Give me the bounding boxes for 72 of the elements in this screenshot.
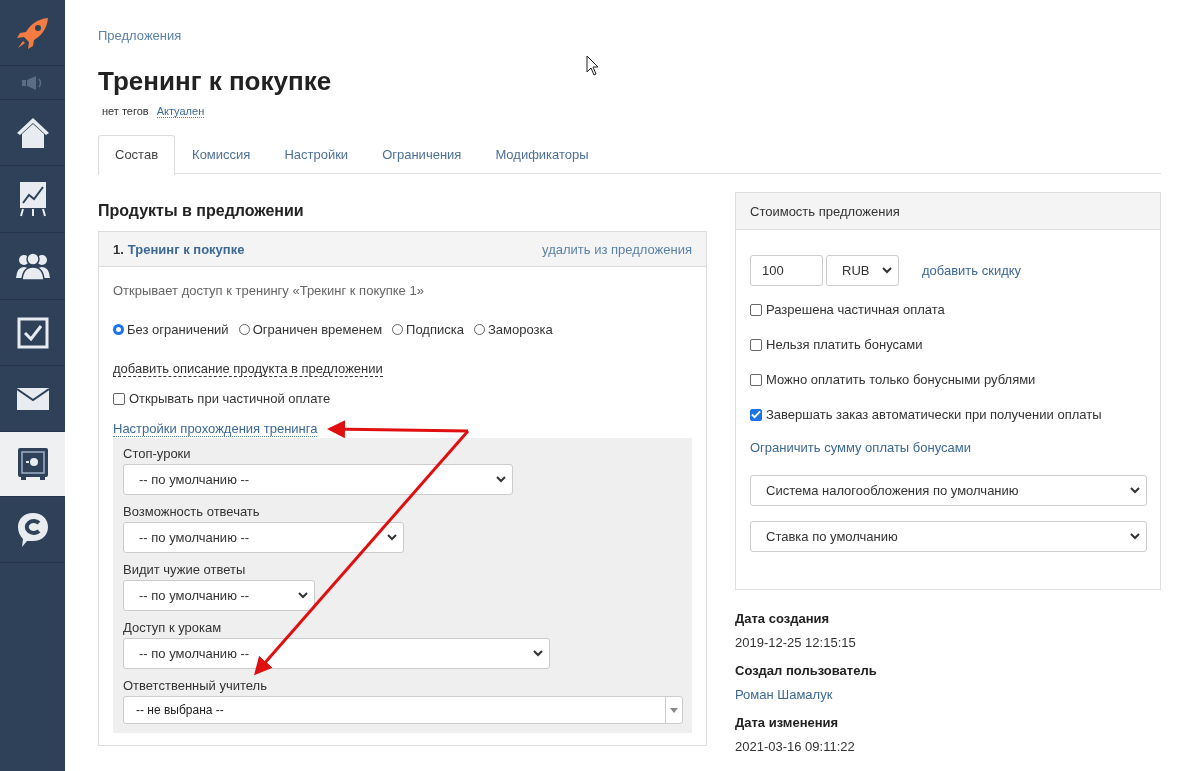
chevron-down-icon — [533, 650, 543, 657]
chevron-down-icon — [882, 267, 892, 274]
field-label: Стоп-уроки — [123, 446, 191, 461]
mail-icon — [16, 387, 49, 410]
chevron-down-icon — [1130, 533, 1140, 540]
cursor-icon — [586, 55, 599, 76]
select-field[interactable]: -- по умолчанию -- — [123, 464, 513, 495]
product-link[interactable]: Тренинг к покупке — [127, 241, 245, 257]
info-value: 2019-12-25 12:15:15 — [735, 635, 856, 650]
combobox-field[interactable]: -- не выбрана -- — [123, 696, 683, 724]
tab[interactable]: Комиссия — [175, 135, 268, 174]
discount-link[interactable]: добавить скидку — [922, 263, 1022, 278]
select-field[interactable]: -- по умолчанию -- — [123, 638, 550, 669]
remove-link[interactable]: удалить из предложения — [542, 241, 692, 257]
chevron-down-icon — [387, 534, 397, 541]
info-label: Дата создания — [735, 611, 830, 626]
radio-label: Без ограничений — [127, 322, 229, 337]
chevron-down-icon — [298, 592, 308, 599]
radio-label: Подписка — [406, 322, 464, 337]
triangle-down-icon — [670, 707, 678, 713]
product-description: Открывает доступ к тренингу «Трекинг к покупке 1» — [113, 283, 424, 298]
checkbox-label: Можно оплатить только бонусными рублями — [766, 372, 1036, 387]
checkbox[interactable] — [750, 303, 762, 316]
speaker-icon — [21, 75, 44, 90]
radio-button[interactable] — [113, 324, 124, 335]
tab[interactable]: Модификаторы — [478, 135, 606, 174]
select-field[interactable]: -- по умолчанию -- — [123, 522, 404, 553]
checkbox[interactable] — [750, 338, 762, 351]
bonus-limit-link[interactable]: Ограничить сумму оплаты бонусами — [750, 440, 1146, 455]
tags-label: нет тегов — [102, 105, 149, 118]
page-title: Тренинг к покупке — [98, 66, 333, 97]
field-label: Доступ к урокам — [123, 620, 222, 635]
info-value: 2021-03-16 09:11:22 — [735, 739, 855, 754]
settings-link[interactable]: Настройки прохождения тренинга — [113, 421, 318, 437]
field-label: Ответственный учитель — [123, 678, 267, 693]
add-description-link[interactable]: добавить описание продукта в предложении — [113, 361, 383, 377]
section-heading: Продукты в предложении — [98, 202, 305, 220]
tab[interactable]: Настройки — [267, 135, 366, 174]
field-label: Возможность отвечать — [123, 504, 260, 519]
checkbox-label: Открывать при частичной оплате — [129, 391, 331, 406]
chevron-down-icon — [1130, 487, 1140, 494]
checkbox[interactable] — [113, 392, 125, 405]
user-link[interactable]: Роман Шамалук — [735, 687, 833, 702]
info-label: Создал пользователь — [735, 663, 877, 678]
tax-system-select[interactable]: Система налогообложения по умолчанию — [750, 475, 1147, 506]
radio-label: Заморозка — [487, 322, 553, 337]
checkbox[interactable] — [750, 373, 762, 386]
sidebar-item[interactable] — [0, 432, 65, 497]
chat-bubble-icon — [16, 511, 49, 548]
amount-field[interactable]: 100 — [750, 255, 823, 286]
checkbox-label: Разрешена частичная оплата — [766, 302, 945, 317]
tab[interactable]: Состав — [98, 135, 176, 175]
breadcrumb-link[interactable]: Предложения — [98, 28, 182, 43]
info-label: Дата изменения — [735, 715, 839, 730]
checkbox[interactable] — [750, 408, 762, 421]
safe-icon — [16, 447, 49, 481]
field-label: Видит чужие ответы — [123, 562, 246, 577]
radio-label: Ограничен временем — [252, 322, 383, 337]
item-number: 1. — [113, 241, 124, 257]
chevron-down-icon — [496, 476, 506, 483]
currency-select[interactable]: RUB — [826, 255, 899, 286]
card-title: Стоимость предложения — [750, 203, 900, 219]
tab[interactable]: Ограничения — [365, 135, 479, 174]
people-icon — [15, 252, 50, 280]
select-field[interactable]: -- по умолчанию -- — [123, 580, 315, 611]
home-icon — [15, 116, 50, 149]
tax-rate-select[interactable]: Ставка по умолчанию — [750, 521, 1147, 552]
checkbox-label: Завершать заказ автоматически при получении оплаты — [766, 407, 1102, 422]
status-link[interactable]: Актуален — [156, 105, 205, 118]
checkbox-label: Нельзя платить бонусами — [766, 337, 923, 352]
chart-board-icon — [18, 181, 47, 217]
checkbox-icon — [16, 316, 49, 349]
